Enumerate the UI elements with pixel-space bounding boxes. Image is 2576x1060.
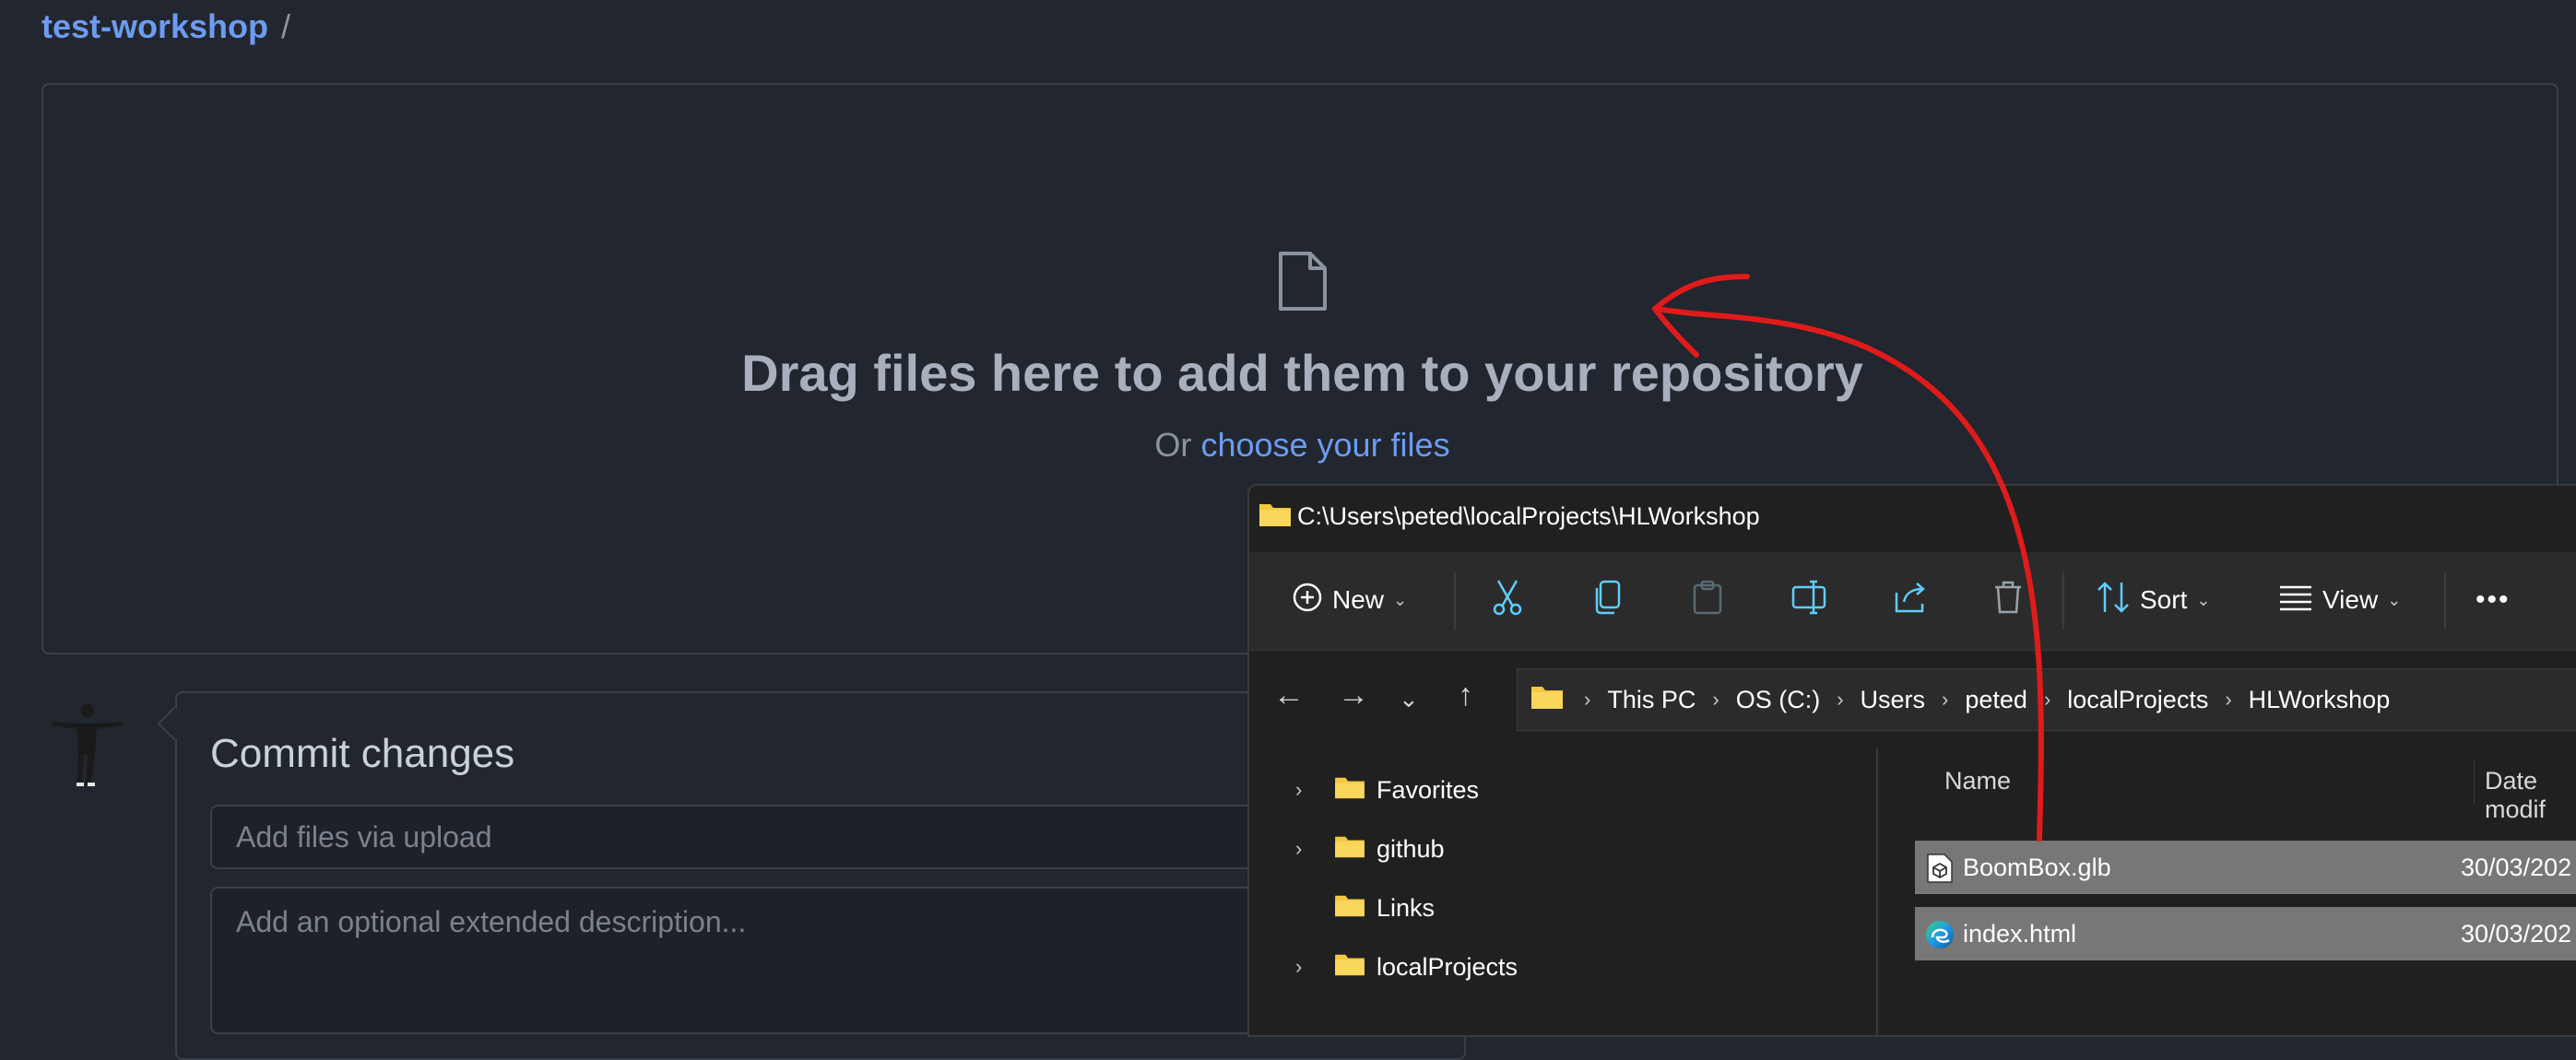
file-icon <box>1277 251 1329 316</box>
address-crumb[interactable]: OS (C:) <box>1736 686 1821 714</box>
folder-icon <box>1334 774 1365 807</box>
chevron-right-icon: › <box>1584 688 1591 711</box>
chevron-down-icon: ⌄ <box>2387 590 2402 609</box>
clipboard-icon <box>1692 580 1723 621</box>
file-explorer-window[interactable]: C:\Users\peted\localProjects\HLWorkshop … <box>1247 484 2576 1037</box>
expand-chevron-icon[interactable]: › <box>1295 778 1334 802</box>
plus-circle-icon <box>1292 582 1323 619</box>
or-text: Or <box>1154 426 1192 464</box>
folder-icon <box>1334 951 1365 983</box>
chevron-right-icon: › <box>1942 688 1949 711</box>
more-icon: ••• <box>2476 584 2511 615</box>
3d-object-icon <box>1924 853 1954 890</box>
rename-icon <box>1791 580 1828 621</box>
more-options-button[interactable]: ••• <box>2476 571 2511 630</box>
list-view-icon <box>2278 583 2313 618</box>
commit-description-input[interactable] <box>210 887 1427 1034</box>
up-arrow-icon[interactable]: ↑ <box>1458 677 1473 713</box>
column-header-name[interactable]: Name <box>1944 767 2011 795</box>
chevron-down-icon: ⌄ <box>2196 590 2211 609</box>
forward-arrow-icon[interactable]: → <box>1338 677 1369 713</box>
folder-icon <box>1530 683 1564 717</box>
navigation-pane: › Favorites › github Links › localProjec… <box>1249 748 1876 1035</box>
chevron-right-icon: › <box>2225 688 2232 711</box>
address-crumb[interactable]: Users <box>1861 686 1926 714</box>
column-divider[interactable] <box>2474 760 2475 804</box>
recent-locations-chevron-icon[interactable]: ⌄ <box>1399 685 1419 713</box>
copy-icon <box>1592 580 1624 621</box>
sort-label: Sort <box>2140 585 2188 614</box>
drop-subtitle: Or choose your files <box>0 426 2576 465</box>
commit-title: Commit changes <box>210 731 515 776</box>
address-crumb[interactable]: peted <box>1965 686 2027 714</box>
delete-button[interactable] <box>1992 571 2024 630</box>
tree-item-label: Links <box>1377 893 1436 922</box>
address-crumb[interactable]: HLWorkshop <box>2249 686 2391 714</box>
tree-item-links[interactable]: Links <box>1295 885 1435 931</box>
view-label: View <box>2322 585 2379 614</box>
paste-button[interactable] <box>1692 571 1723 630</box>
sort-button[interactable]: Sort ⌄ <box>2096 571 2210 630</box>
file-row-index[interactable]: index.html 30/03/202 <box>1915 907 2576 960</box>
column-header-date[interactable]: Date modif <box>2485 767 2576 824</box>
avatar[interactable] <box>51 696 124 788</box>
tree-item-label: localProjects <box>1377 952 1518 981</box>
repo-link[interactable]: test-workshop <box>41 7 268 45</box>
copy-button[interactable] <box>1592 571 1624 630</box>
tree-item-github[interactable]: › github <box>1295 826 1445 872</box>
address-crumb[interactable]: This PC <box>1607 686 1696 714</box>
file-list: ⌃ Name Date modif BoomBox.glb 30/03/202 … <box>1878 748 2576 1035</box>
edge-browser-icon <box>1924 919 1956 957</box>
tree-item-localprojects[interactable]: › localProjects <box>1295 944 1518 990</box>
cut-button[interactable] <box>1491 571 1524 630</box>
tree-item-label: Favorites <box>1377 775 1480 804</box>
toolbar-divider <box>2062 572 2064 630</box>
chevron-right-icon: › <box>1837 688 1844 711</box>
scissors-icon <box>1491 579 1524 622</box>
tree-item-favorites[interactable]: › Favorites <box>1295 767 1479 813</box>
tree-item-label: github <box>1377 834 1445 863</box>
address-bar[interactable]: › This PC › OS (C:) › Users › peted › lo… <box>1517 668 2576 731</box>
file-name: index.html <box>1963 919 2077 948</box>
breadcrumb-separator: / <box>281 7 291 45</box>
navigation-bar: ← → ⌄ ↑ › This PC › OS (C:) › Users › pe… <box>1249 652 2576 748</box>
toolbar-divider <box>2444 572 2446 630</box>
new-label: New <box>1332 585 1385 614</box>
sort-icon <box>2096 581 2131 620</box>
commit-summary-input[interactable] <box>210 805 1427 869</box>
chevron-down-icon: ⌄ <box>1393 590 1408 609</box>
file-name: BoomBox.glb <box>1963 853 2111 881</box>
file-row-boombox[interactable]: BoomBox.glb 30/03/202 <box>1915 841 2576 894</box>
trash-icon <box>1992 580 2024 621</box>
back-arrow-icon[interactable]: ← <box>1273 677 1305 713</box>
explorer-toolbar: New ⌄ Sort ⌄ View ⌄ ••• <box>1249 552 2576 651</box>
file-date: 30/03/202 <box>2461 919 2572 948</box>
view-button[interactable]: View ⌄ <box>2278 571 2401 630</box>
choose-files-link[interactable]: choose your files <box>1200 426 1449 464</box>
window-title: C:\Users\peted\localProjects\HLWorkshop <box>1297 502 1760 530</box>
breadcrumb: test-workshop / <box>41 7 290 46</box>
toolbar-divider <box>1454 572 1456 630</box>
share-icon <box>1893 580 1928 621</box>
folder-icon <box>1334 833 1365 866</box>
expand-chevron-icon[interactable]: › <box>1295 837 1334 861</box>
drop-title: Drag files here to add them to your repo… <box>741 344 1863 402</box>
file-date: 30/03/202 <box>2461 853 2572 881</box>
chevron-right-icon: › <box>2043 688 2051 711</box>
share-button[interactable] <box>1893 571 1928 630</box>
folder-icon <box>1334 892 1365 925</box>
expand-chevron-icon[interactable]: › <box>1295 955 1334 979</box>
address-crumb[interactable]: localProjects <box>2067 686 2208 714</box>
rename-button[interactable] <box>1791 571 1828 630</box>
new-button[interactable]: New ⌄ <box>1292 571 1407 630</box>
folder-icon <box>1258 501 1292 533</box>
chevron-right-icon: › <box>1712 688 1719 711</box>
